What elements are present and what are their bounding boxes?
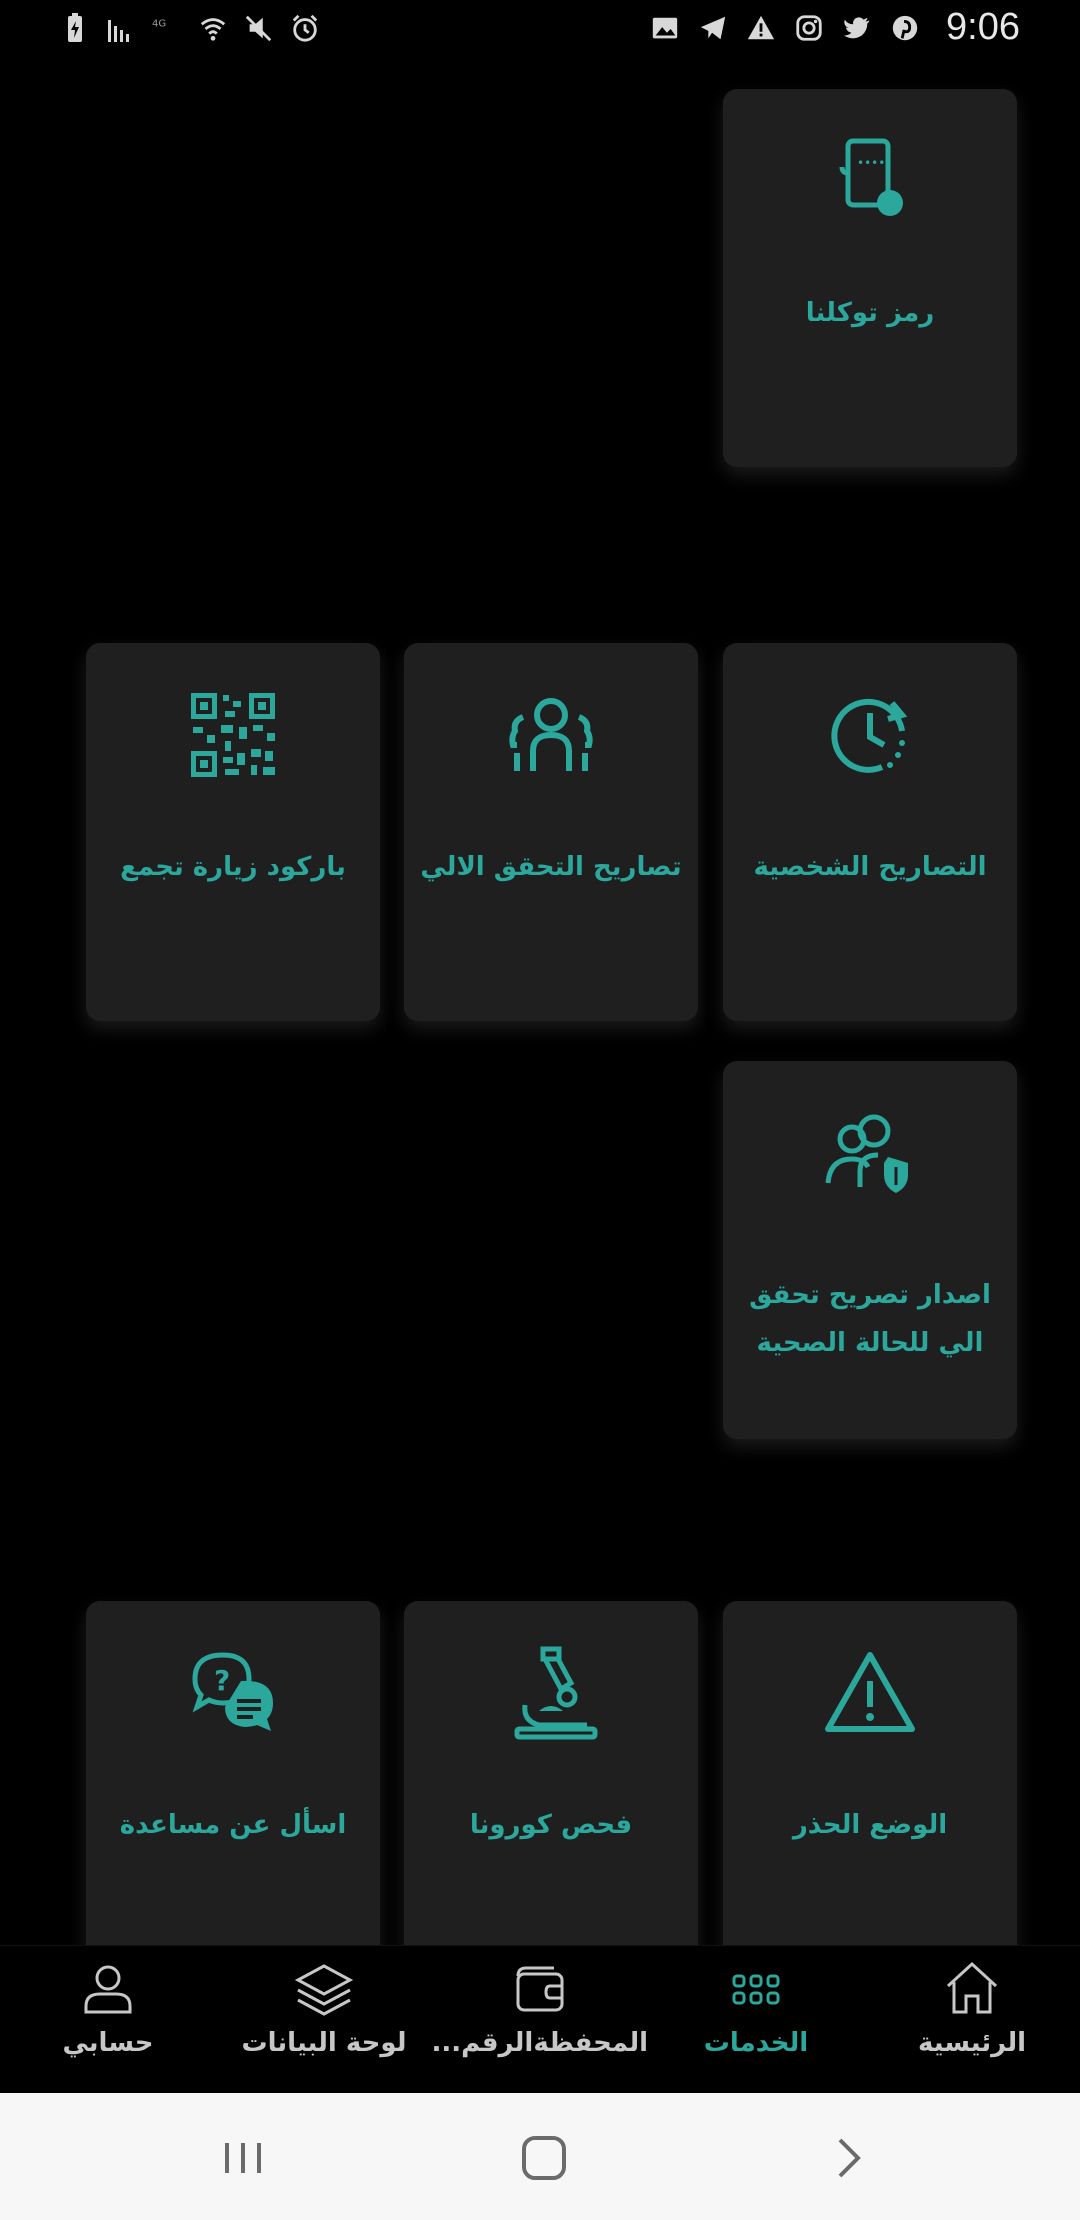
microscope-icon	[514, 1646, 598, 1740]
bottom-navigation: حسابي لوحة البيانات المحفظةالرقم... الخد…	[0, 1945, 1080, 2094]
status-left-icons: 4G	[60, 12, 320, 44]
card-label: رمز توكلنا	[805, 298, 935, 328]
nav-services[interactable]: الخدمات	[648, 1958, 864, 2058]
card-label: التصاريح الشخصية	[753, 852, 987, 882]
alarm-icon	[292, 14, 318, 42]
service-card-auto-verify-permits[interactable]: تصاريح التحقق الالي	[404, 643, 698, 1021]
home-icon	[946, 1961, 998, 2014]
nav-label: لوحة البيانات	[241, 2028, 407, 2058]
nav-label: الخدمات	[703, 2028, 809, 2058]
service-card-tawakkalna-code[interactable]: ••••• رمز توكلنا	[723, 89, 1017, 467]
card-label: باركود زيارة تجمع	[120, 852, 346, 882]
instagram-icon	[796, 14, 822, 41]
recent-apps-icon[interactable]	[208, 2123, 278, 2193]
card-label: الوضع الحذر	[792, 1810, 948, 1840]
people-group-icon	[509, 698, 593, 771]
nav-home[interactable]: الرئيسية	[864, 1958, 1080, 2058]
card-label: فحص كورونا	[469, 1810, 633, 1840]
wallet-icon	[516, 1966, 564, 2012]
card-label-line-1: اصدار تصريح تحقق	[749, 1280, 991, 1310]
svg-text:?: ?	[214, 1664, 230, 1697]
nav-label: الرئيسية	[917, 2028, 1027, 2058]
person-icon	[84, 1965, 132, 2014]
lte-icon: 4G	[152, 18, 166, 29]
service-card-ask-help[interactable]: ? اسأل عن مساعدة	[86, 1601, 380, 1961]
chat-help-icon: ?	[192, 1652, 273, 1731]
nav-wallet[interactable]: المحفظةالرقم...	[432, 1958, 648, 2058]
telegram-icon	[700, 16, 726, 39]
card-label: اصدار تصريح تحقق الي للحالة الصحية	[733, 1271, 1007, 1367]
card-label: تصاريح التحقق الالي	[420, 852, 682, 882]
service-card-visit-barcode[interactable]: باركود زيارة تجمع	[86, 643, 380, 1021]
system-navigation-bar	[0, 2093, 1080, 2220]
svg-text:•••••: •••••	[857, 156, 892, 170]
home-button-icon[interactable]	[509, 2123, 579, 2193]
warning-icon	[747, 15, 775, 39]
back-chevron-icon[interactable]	[812, 2123, 882, 2193]
clock: 9:06	[946, 6, 1020, 48]
battery-charging-icon	[68, 13, 82, 42]
service-card-corona-test[interactable]: فحص كورونا	[404, 1601, 698, 1961]
nav-label: حسابي	[62, 2028, 154, 2058]
nav-label: المحفظةالرقم...	[432, 2028, 648, 2058]
card-label: اسأل عن مساعدة	[119, 1810, 347, 1840]
service-card-issue-health-permit[interactable]: اصدار تصريح تحقق الي للحالة الصحية	[723, 1061, 1017, 1439]
twitter-icon	[843, 16, 870, 38]
status-right-icons: 9:06	[650, 6, 1020, 49]
nav-dashboard[interactable]: لوحة البيانات	[216, 1958, 432, 2058]
wifi-icon	[200, 18, 226, 41]
mute-icon	[245, 15, 272, 42]
nav-account[interactable]: حسابي	[0, 1958, 216, 2058]
users-shield-icon	[825, 1114, 908, 1193]
pinterest-icon	[892, 15, 918, 40]
signal-icon	[108, 20, 129, 42]
warning-triangle-icon	[825, 1652, 915, 1732]
status-bar: 4G 9:06	[0, 0, 1080, 64]
image-icon	[652, 17, 678, 38]
layers-icon	[294, 1964, 354, 2016]
qr-code-icon	[191, 693, 275, 777]
phone-ticket-icon: •••••	[839, 138, 903, 216]
svg-text:4G: 4G	[152, 18, 166, 29]
card-label-line-2: الي للحالة الصحية	[756, 1328, 984, 1358]
grid-dots-icon	[732, 1974, 780, 2005]
service-card-caution-mode[interactable]: الوضع الحذر	[723, 1601, 1017, 1961]
service-card-personal-permits[interactable]: التصاريح الشخصية	[723, 643, 1017, 1021]
clock-refresh-icon	[831, 698, 908, 773]
